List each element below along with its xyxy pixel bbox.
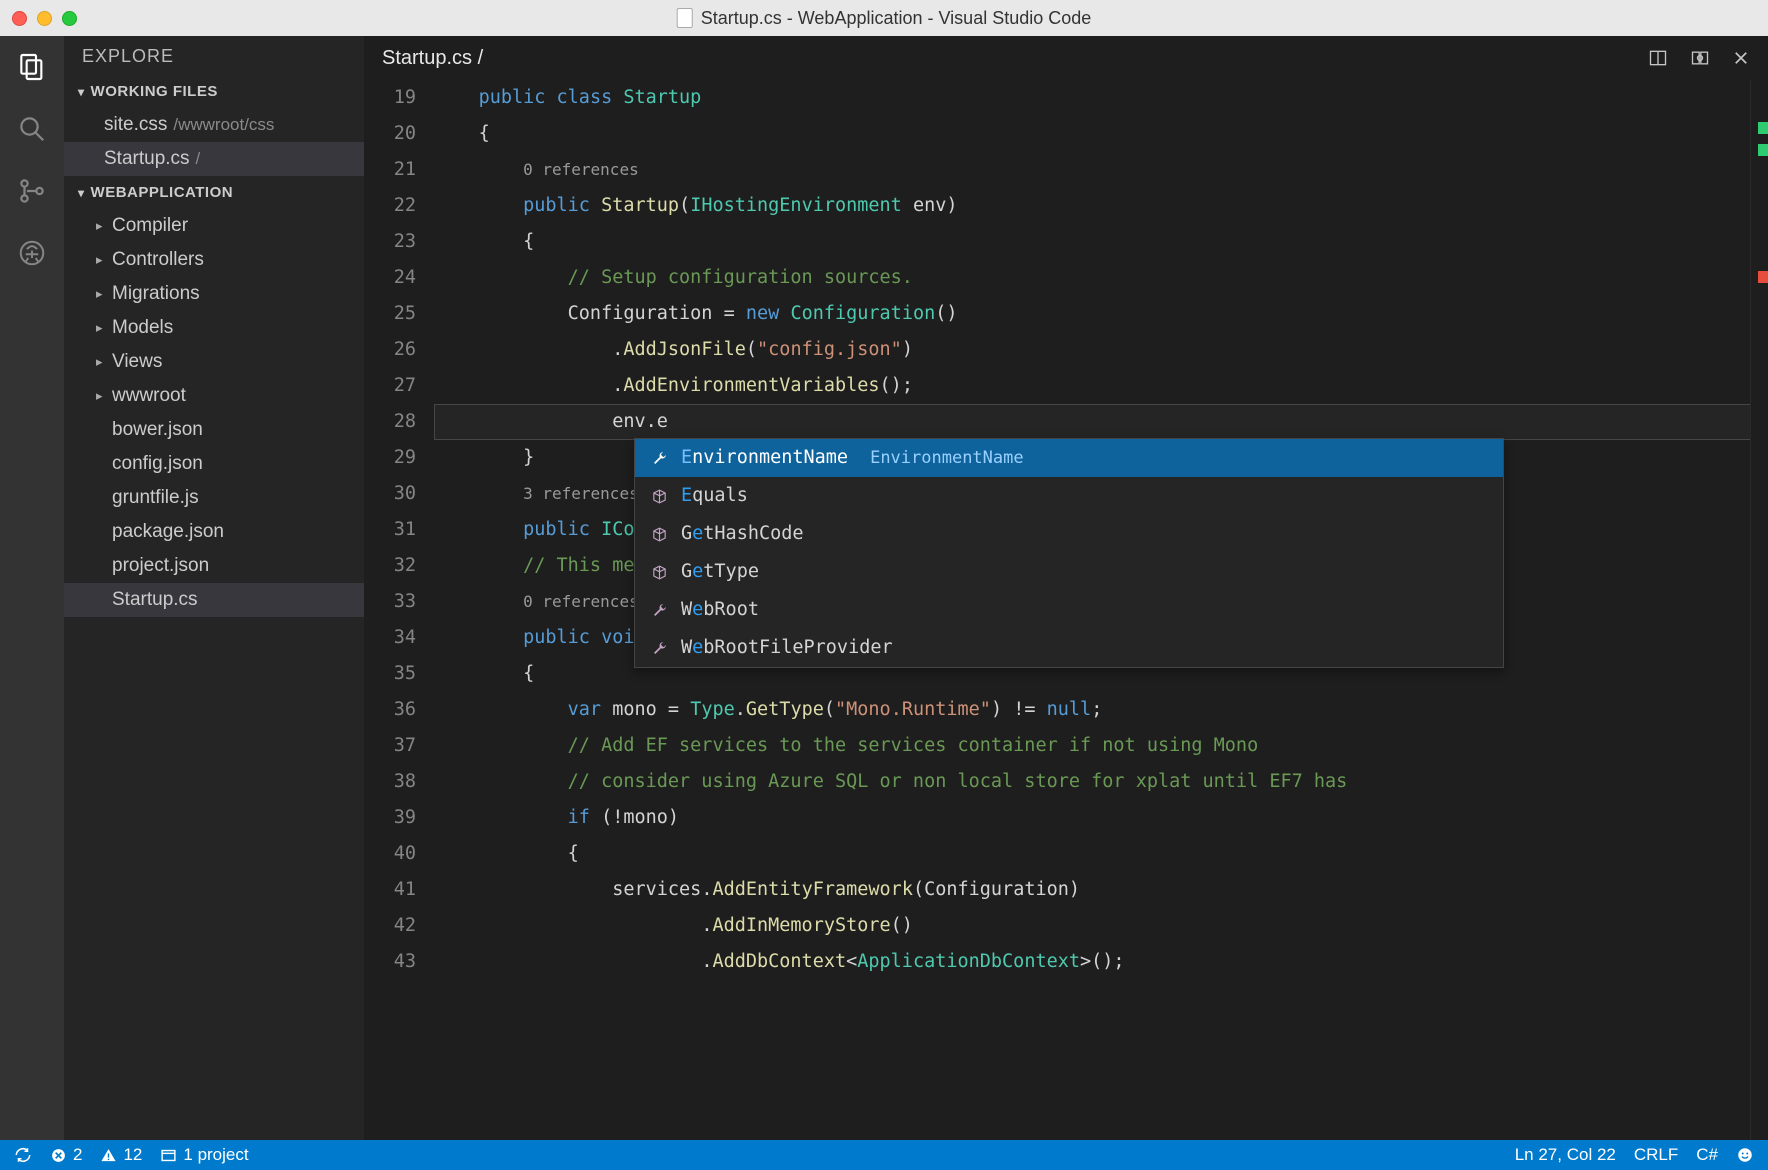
file-item[interactable]: bower.json	[64, 413, 364, 447]
chevron-right-icon: ▸	[96, 354, 106, 370]
code-line[interactable]: {	[434, 836, 1768, 872]
explorer-tab[interactable]	[15, 50, 49, 84]
cursor-indicator[interactable]: Ln 27, Col 22	[1515, 1145, 1616, 1165]
code-line[interactable]: // Setup configuration sources.	[434, 260, 1768, 296]
window-title-text: Startup.cs - WebApplication - Visual Stu…	[701, 8, 1092, 29]
file-item[interactable]: project.json	[64, 549, 364, 583]
code-line[interactable]: {	[434, 224, 1768, 260]
minimize-button[interactable]	[37, 11, 52, 26]
overview-ruler[interactable]	[1750, 80, 1768, 1140]
close-button[interactable]	[12, 11, 27, 26]
code-line[interactable]: // consider using Azure SQL or non local…	[434, 764, 1768, 800]
code-line[interactable]: var mono = Type.GetType("Mono.Runtime") …	[434, 692, 1768, 728]
maximize-button[interactable]	[62, 11, 77, 26]
chevron-right-icon: ▸	[96, 388, 106, 404]
tab-bar: Startup.cs /	[364, 36, 1768, 80]
workbench: EXPLORE ▾ WORKING FILES site.css/wwwroot…	[0, 36, 1768, 1140]
sync-indicator[interactable]	[14, 1146, 32, 1164]
code-line[interactable]: // Add EF services to the services conta…	[434, 728, 1768, 764]
sidebar: EXPLORE ▾ WORKING FILES site.css/wwwroot…	[64, 36, 364, 1140]
chevron-down-icon: ▾	[78, 85, 85, 99]
search-tab[interactable]	[15, 112, 49, 146]
code-line[interactable]: .AddEnvironmentVariables();	[434, 368, 1768, 404]
activity-bar	[0, 36, 64, 1140]
working-file-item[interactable]: site.css/wwwroot/css	[64, 108, 364, 142]
errors-indicator[interactable]: 2	[50, 1145, 82, 1165]
code-line[interactable]: Configuration = new Configuration()	[434, 296, 1768, 332]
suggest-item[interactable]: WebRootFileProvider	[635, 629, 1503, 667]
project-indicator[interactable]: 1 project	[160, 1145, 248, 1165]
code-line[interactable]: {	[434, 116, 1768, 152]
folder-item[interactable]: ▸Compiler	[64, 209, 364, 243]
eol-indicator[interactable]: CRLF	[1634, 1145, 1678, 1165]
suggest-item[interactable]: EnvironmentNameEnvironmentName	[635, 439, 1503, 477]
project-list: ▸Compiler▸Controllers▸Migrations▸Models▸…	[64, 209, 364, 617]
working-files-list: site.css/wwwroot/cssStartup.cs/	[64, 108, 364, 176]
sidebar-header: EXPLORE	[64, 36, 364, 75]
chevron-right-icon: ▸	[96, 320, 106, 336]
close-icon[interactable]	[1732, 49, 1750, 67]
chevron-right-icon: ▸	[96, 252, 106, 268]
file-item[interactable]: config.json	[64, 447, 364, 481]
folder-item[interactable]: ▸Migrations	[64, 277, 364, 311]
language-indicator[interactable]: C#	[1696, 1145, 1718, 1165]
feedback-icon[interactable]	[1736, 1146, 1754, 1164]
tab-title[interactable]: Startup.cs /	[382, 47, 483, 70]
code-line[interactable]: .AddJsonFile("config.json")	[434, 332, 1768, 368]
working-files-section[interactable]: ▾ WORKING FILES	[64, 75, 364, 108]
folder-item[interactable]: ▸Models	[64, 311, 364, 345]
file-item[interactable]: gruntfile.js	[64, 481, 364, 515]
code-line[interactable]: public class Startup	[434, 80, 1768, 116]
debug-tab[interactable]	[15, 236, 49, 270]
file-item[interactable]: package.json	[64, 515, 364, 549]
folder-item[interactable]: ▸Controllers	[64, 243, 364, 277]
project-section[interactable]: ▾ WEBAPPLICATION	[64, 176, 364, 209]
window-controls	[12, 11, 77, 26]
suggest-item[interactable]: Equals	[635, 477, 1503, 515]
file-icon	[677, 8, 693, 28]
folder-item[interactable]: ▸Views	[64, 345, 364, 379]
code-line[interactable]: 0 references	[434, 152, 1768, 188]
code-line[interactable]: .AddInMemoryStore()	[434, 908, 1768, 944]
code-line[interactable]: public Startup(IHostingEnvironment env)	[434, 188, 1768, 224]
suggest-widget[interactable]: EnvironmentNameEnvironmentNameEqualsGetH…	[634, 438, 1504, 668]
editor-actions	[1648, 48, 1750, 68]
warnings-indicator[interactable]: 12	[100, 1145, 142, 1165]
suggest-item[interactable]: GetHashCode	[635, 515, 1503, 553]
code-area[interactable]: 1920212223242526272829303132333435363738…	[364, 80, 1768, 1140]
code-line[interactable]: .AddDbContext<ApplicationDbContext>();	[434, 944, 1768, 980]
titlebar: Startup.cs - WebApplication - Visual Stu…	[0, 0, 1768, 36]
code-line[interactable]: services.AddEntityFramework(Configuratio…	[434, 872, 1768, 908]
working-file-item[interactable]: Startup.cs/	[64, 142, 364, 176]
split-editor-icon[interactable]	[1648, 48, 1668, 68]
suggest-item[interactable]: WebRoot	[635, 591, 1503, 629]
editor: Startup.cs / 192021222324252627282930313…	[364, 36, 1768, 1140]
code-line[interactable]: if (!mono)	[434, 800, 1768, 836]
source-control-tab[interactable]	[15, 174, 49, 208]
file-item[interactable]: Startup.cs	[64, 583, 364, 617]
chevron-right-icon: ▸	[96, 218, 106, 234]
suggest-item[interactable]: GetType	[635, 553, 1503, 591]
folder-item[interactable]: ▸wwwroot	[64, 379, 364, 413]
chevron-right-icon: ▸	[96, 286, 106, 302]
line-gutter: 1920212223242526272829303132333435363738…	[364, 80, 434, 1140]
status-bar: 2 12 1 project Ln 27, Col 22 CRLF C#	[0, 1140, 1768, 1170]
code-line[interactable]: env.e	[434, 404, 1768, 440]
window-title: Startup.cs - WebApplication - Visual Stu…	[677, 8, 1092, 29]
chevron-down-icon: ▾	[78, 186, 85, 200]
compare-icon[interactable]	[1690, 48, 1710, 68]
